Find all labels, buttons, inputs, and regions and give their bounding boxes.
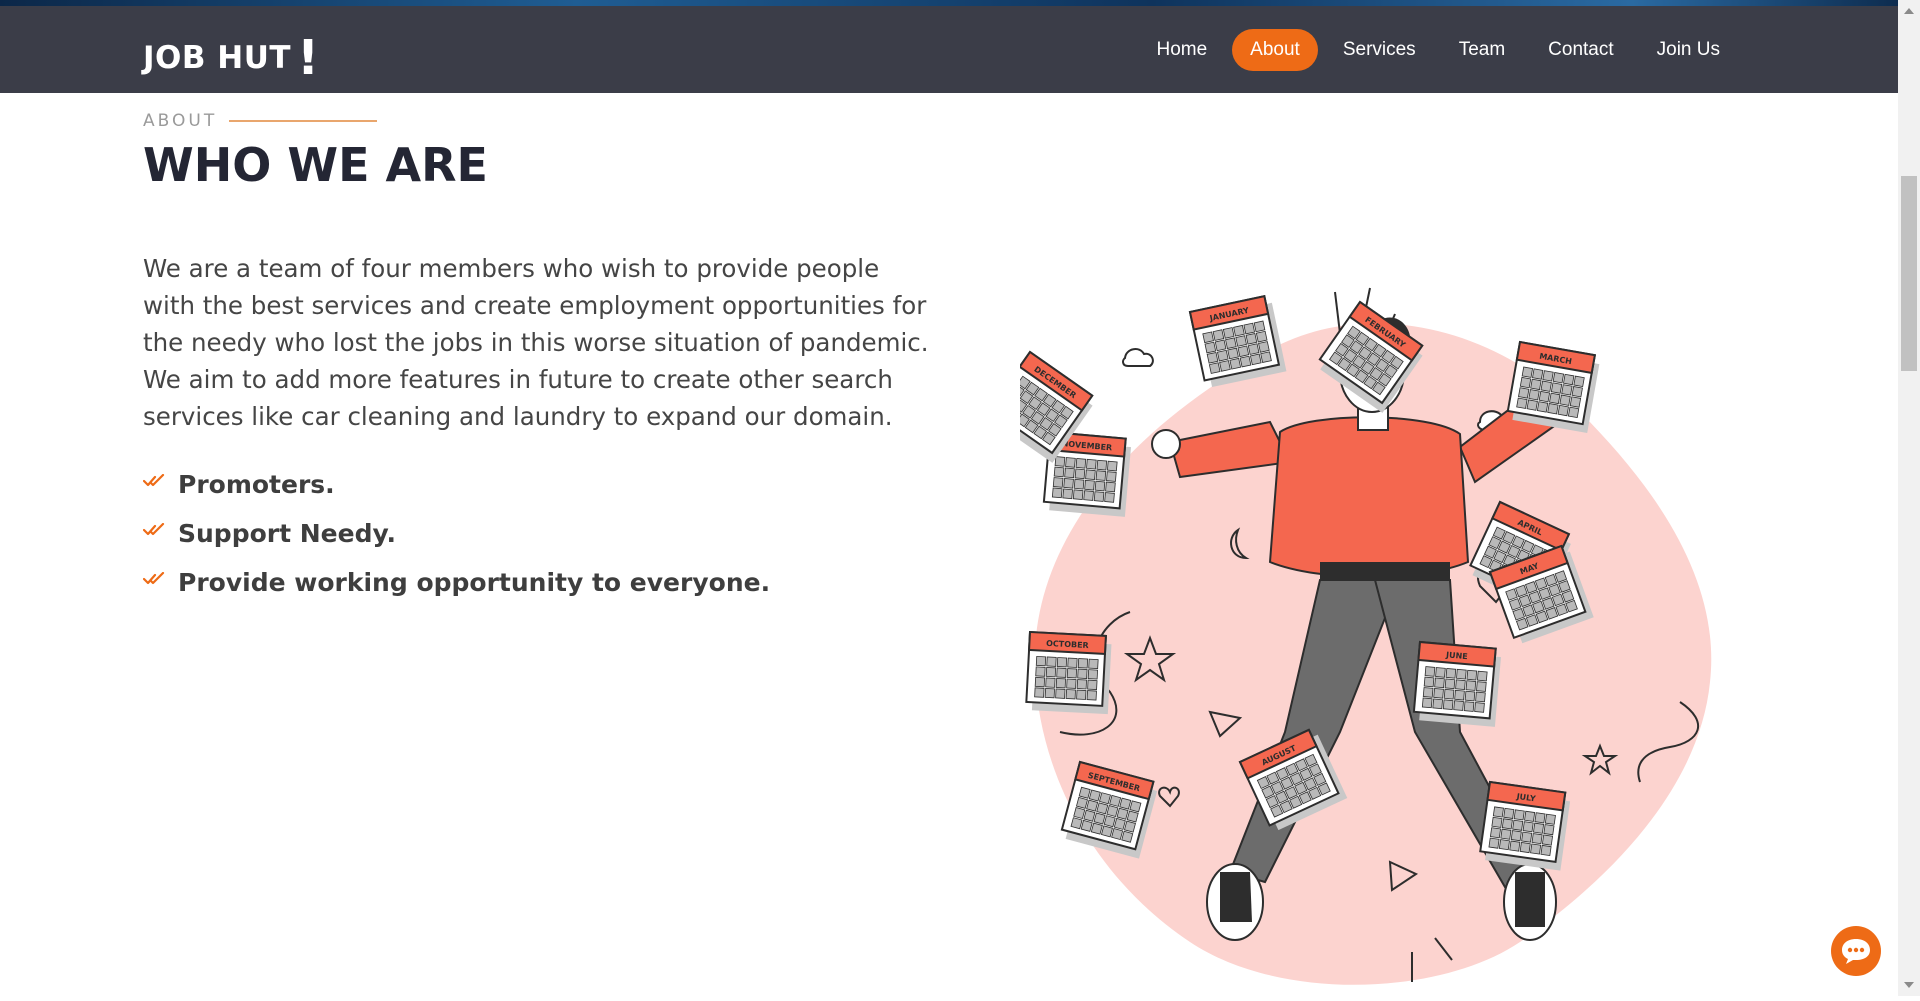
- double-check-icon: [143, 522, 165, 535]
- feature-text: Promoters.: [178, 470, 335, 499]
- chat-button[interactable]: [1831, 926, 1881, 976]
- feature-text: Support Needy.: [178, 519, 396, 548]
- double-check-icon: [143, 571, 165, 584]
- scroll-up-arrow-icon[interactable]: [1904, 8, 1914, 14]
- section-tag-label: ABOUT: [143, 111, 218, 131]
- nav-team[interactable]: Team: [1441, 29, 1523, 71]
- scroll-thumb[interactable]: [1901, 176, 1917, 371]
- section-tag-line: [229, 120, 378, 122]
- double-check-icon: [143, 473, 165, 486]
- calendar-page-icon: MARCH: [1506, 340, 1600, 434]
- calendar-page-icon: JUNE: [1412, 640, 1501, 727]
- main-nav: Home About Services Team Contact Join Us: [1131, 29, 1738, 71]
- calendar-page-icon: JULY: [1479, 780, 1571, 871]
- calendar-page-icon: JANUARY: [1188, 295, 1287, 388]
- brand-mark: !: [297, 30, 320, 86]
- nav-home[interactable]: Home: [1138, 29, 1225, 71]
- chat-bubble-icon: [1842, 939, 1870, 964]
- happy-man-calendars-illustration: JANUARYFEBRUARYMARCHAPRILMAYJUNEJULYAUGU…: [988, 287, 1712, 985]
- scrollbar[interactable]: [1898, 0, 1920, 996]
- section-tag: ABOUT: [143, 111, 378, 131]
- feature-list: Promoters. Support Needy. Provide workin…: [143, 460, 770, 607]
- nav-services[interactable]: Services: [1325, 29, 1434, 71]
- nav-about[interactable]: About: [1232, 29, 1318, 71]
- scroll-down-arrow-icon[interactable]: [1904, 982, 1914, 988]
- brand-name: JOB HUT: [143, 40, 292, 76]
- about-illustration: JANUARY FEBRUARY MARCH APRIL MAY JUNE JULY AUGU…: [988, 262, 1740, 996]
- nav-join-us[interactable]: Join Us: [1639, 29, 1738, 71]
- feature-item: Support Needy.: [143, 509, 770, 558]
- brand-logo[interactable]: JOB HUT!: [143, 24, 319, 86]
- feature-item: Promoters.: [143, 460, 770, 509]
- feature-item: Provide working opportunity to everyone.: [143, 558, 770, 607]
- feature-text: Provide working opportunity to everyone.: [178, 568, 771, 597]
- navbar: JOB HUT! Home About Services Team Contac…: [0, 6, 1898, 93]
- page-title: WHO WE ARE: [143, 138, 488, 192]
- about-paragraph: We are a team of four members who wish t…: [143, 254, 929, 431]
- nav-contact[interactable]: Contact: [1530, 29, 1631, 71]
- calendar-page-icon: OCTOBER: [1025, 630, 1112, 715]
